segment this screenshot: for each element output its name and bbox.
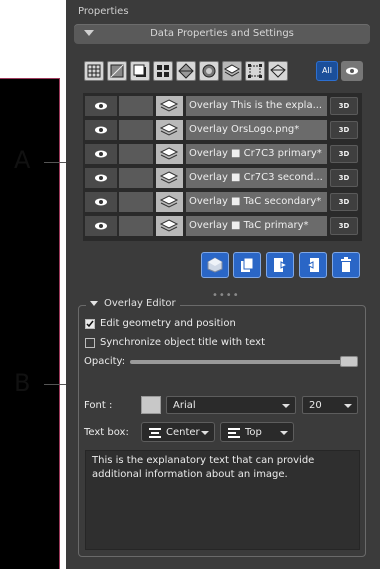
callout-a: A [14,146,31,174]
visibility-cell[interactable] [85,144,117,164]
eye-icon [95,150,107,158]
delete-icon [341,257,351,272]
diamond-icon[interactable] [176,61,196,81]
layers-thumb-icon [156,192,183,212]
visibility-cell[interactable] [85,216,117,236]
visibility-cell[interactable] [85,192,117,212]
box-tool-icon[interactable] [130,61,150,81]
eye-icon [95,174,107,182]
import-button[interactable] [299,252,327,278]
3d-button[interactable]: 3D [330,193,358,211]
list-item[interactable]: Overlay OrsLogo.png* 3D [83,119,362,141]
import-icon [305,258,319,272]
data-properties-header[interactable]: Data Properties and Settings [74,24,370,44]
sync-title-checkbox[interactable] [85,338,95,348]
horizontal-align-select[interactable]: Center [141,422,215,442]
vertical-align-select[interactable]: Top [220,422,294,442]
add-overlay-button[interactable] [201,252,229,278]
overlay-name[interactable]: Overlay ■ TaC primary* [186,216,327,236]
color-cell[interactable] [119,216,153,236]
visibility-toggle-button[interactable] [341,61,363,81]
layers-thumb-icon [156,144,183,164]
export-button[interactable] [266,252,294,278]
eye-icon [95,126,107,134]
3d-button[interactable]: 3D [330,145,358,163]
eye-icon [95,198,107,206]
opacity-slider[interactable] [130,360,356,364]
visibility-cell[interactable] [85,168,117,188]
grid-tool-icon[interactable] [84,61,104,81]
eye-icon [346,67,358,75]
add-overlay-icon [207,257,223,273]
eye-icon [95,222,107,230]
3d-button[interactable]: 3D [330,217,358,235]
chevron-down-icon [201,431,209,435]
delete-button[interactable] [332,252,360,278]
collapse-arrow-icon [90,300,98,306]
color-cell[interactable] [119,144,153,164]
chevron-down-icon [344,404,352,408]
overlay-name[interactable]: Overlay This is the expla... [186,96,327,116]
list-item[interactable]: Overlay ■ Cr7C3 second... 3D [83,167,362,189]
eye-icon [95,102,107,110]
overlay-editor-title[interactable]: Overlay Editor [86,298,180,309]
check-icon [86,320,94,328]
duplicate-icon [241,257,254,272]
bounding-box-icon[interactable] [245,61,265,81]
overlay-name[interactable]: Overlay OrsLogo.png* [186,120,327,140]
3d-button[interactable]: 3D [330,121,358,139]
section-header-label: Data Properties and Settings [150,28,294,39]
list-item[interactable]: Overlay ■ TaC primary* 3D [83,215,362,237]
font-family-select[interactable]: Arial [166,396,296,414]
chevron-down-icon [280,431,288,435]
layers-thumb-icon [156,120,183,140]
font-size-select[interactable]: 20 [302,396,358,414]
overlay-text-area[interactable]: This is the explanatory text that can pr… [85,450,360,550]
edit-geometry-label: Edit geometry and position [100,318,236,329]
font-color-swatch[interactable] [141,396,161,414]
duplicate-button[interactable] [233,252,261,278]
overlay-name[interactable]: Overlay ■ Cr7C3 second... [186,168,327,188]
show-all-button[interactable]: All [316,61,338,81]
align-top-icon [228,428,240,438]
overlay-name[interactable]: Overlay ■ TaC secondary* [186,192,327,212]
font-label: Font : [84,400,113,411]
export-icon [274,258,288,272]
align-center-icon [149,428,161,438]
opacity-label: Opacity: [84,356,126,367]
splitter-handle[interactable]: •••• [212,290,240,301]
edit-geometry-checkbox[interactable] [85,319,95,329]
list-item[interactable]: Overlay This is the expla... 3D [83,95,362,117]
list-item[interactable]: Overlay ■ TaC secondary* 3D [83,191,362,213]
color-cell[interactable] [119,168,153,188]
layers-thumb-icon [156,216,183,236]
3d-button[interactable]: 3D [330,169,358,187]
textbox-label: Text box: [84,427,129,438]
multi-box-icon[interactable] [153,61,173,81]
layers-thumb-icon [156,168,183,188]
visibility-cell[interactable] [85,120,117,140]
visibility-cell[interactable] [85,96,117,116]
3d-button[interactable]: 3D [330,97,358,115]
overlay-list[interactable]: Overlay This is the expla... 3D Overlay … [83,93,362,241]
cube-tool-icon[interactable] [107,61,127,81]
color-cell[interactable] [119,120,153,140]
layers-thumb-icon [156,96,183,116]
list-item[interactable]: Overlay ■ Cr7C3 primary* 3D [83,143,362,165]
overlay-name[interactable]: Overlay ■ Cr7C3 primary* [186,144,327,164]
opacity-slider-handle[interactable] [340,356,358,367]
sync-title-label: Synchronize object title with text [100,337,265,348]
color-cell[interactable] [119,96,153,116]
callout-b: B [14,369,31,397]
chevron-down-icon [282,404,290,408]
panel-title: Properties [78,6,129,17]
shape-icon[interactable] [268,61,288,81]
color-cell[interactable] [119,192,153,212]
sphere-icon[interactable] [199,61,219,81]
layers-icon[interactable] [222,61,242,81]
